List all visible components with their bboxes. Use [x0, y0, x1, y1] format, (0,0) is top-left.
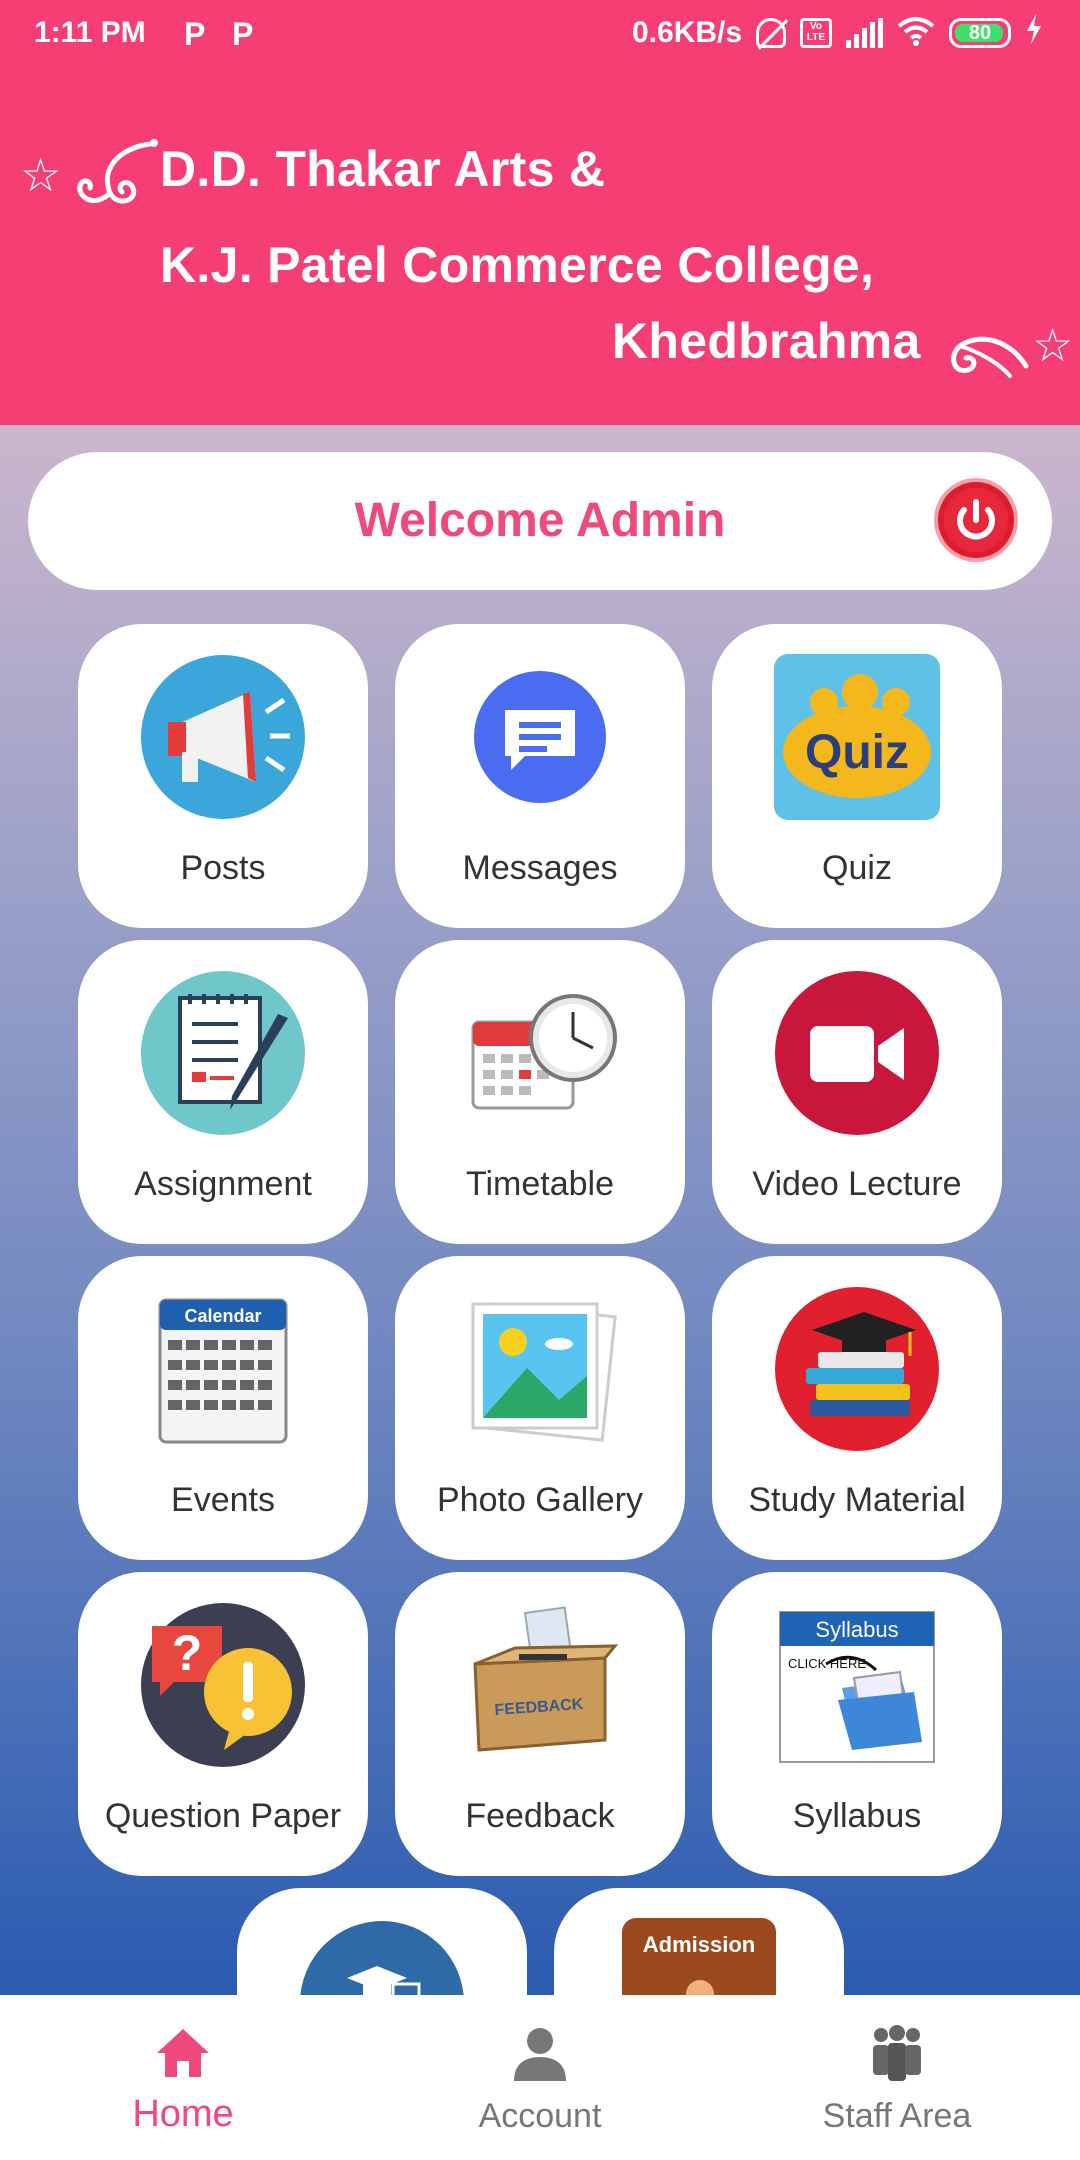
- svg-text:?: ?: [172, 1625, 203, 1681]
- svg-text:Calendar: Calendar: [184, 1306, 261, 1326]
- battery-level: 80: [968, 22, 992, 44]
- tile-posts[interactable]: Posts: [78, 624, 368, 928]
- quiz-icon: Quiz: [774, 654, 940, 820]
- app-indicator-icon: P: [184, 16, 206, 52]
- volte-icon: Vo LTE: [800, 18, 832, 48]
- feedback-box-icon: FEEDBACK: [473, 1606, 619, 1752]
- staff-icon: [873, 2025, 921, 2081]
- tile-study-material[interactable]: Study Material: [712, 1256, 1002, 1560]
- tile-video-lecture[interactable]: Video Lecture: [712, 940, 1002, 1244]
- megaphone-icon: [141, 655, 305, 819]
- tile-label: Quiz: [822, 849, 892, 887]
- question-icon: ?: [141, 1603, 305, 1767]
- signal-icon: [846, 18, 883, 48]
- home-icon: [157, 2029, 209, 2077]
- tile-timetable[interactable]: Timetable: [395, 940, 685, 1244]
- tile-label: Timetable: [465, 1165, 615, 1203]
- tile-label: Study Material: [748, 1481, 966, 1519]
- star-icon: ☆: [1032, 319, 1074, 371]
- swirl-ornament-icon: [951, 336, 1029, 378]
- app-header: 1:11 PM P P 0.6KB/s Vo LTE 80 ☆ D.D. Tha…: [0, 0, 1080, 425]
- tile-label: Feedback: [465, 1797, 615, 1835]
- welcome-text: Welcome Admin: [354, 494, 726, 547]
- tile-label: Messages: [462, 849, 618, 887]
- nav-staff-area[interactable]: Staff Area: [717, 1995, 1077, 2160]
- tile-quiz[interactable]: Quiz Quiz: [712, 624, 1002, 928]
- chat-icon: [474, 671, 606, 803]
- nav-account[interactable]: Account: [360, 1995, 720, 2160]
- tile-label: Photo Gallery: [437, 1481, 643, 1519]
- tile-label: Posts: [180, 849, 266, 887]
- tile-label: Syllabus: [792, 1797, 922, 1835]
- mute-bell-icon: [756, 18, 786, 48]
- net-speed: 0.6KB/s: [632, 16, 743, 49]
- tile-feedback[interactable]: FEEDBACK Feedback: [395, 1572, 685, 1876]
- calendar-clock-icon: [471, 994, 617, 1110]
- college-title-line1: D.D. Thakar Arts &: [160, 141, 606, 197]
- tile-label: Question Paper: [104, 1797, 342, 1835]
- nav-home[interactable]: Home: [3, 1995, 363, 2160]
- college-title-line2: K.J. Patel Commerce College,: [160, 237, 875, 293]
- college-title-line3: Khedbrahma: [612, 313, 921, 369]
- welcome-banner: Welcome Admin: [28, 452, 1052, 590]
- tile-syllabus[interactable]: Syllabus CLICK HERE Syllabus: [712, 1572, 1002, 1876]
- charging-icon: [1025, 14, 1043, 52]
- status-icons: Vo LTE 80: [756, 14, 1043, 52]
- tile-label: Events: [171, 1481, 275, 1519]
- svg-text:Admission: Admission: [643, 1932, 755, 1957]
- star-icon: ☆: [20, 149, 62, 201]
- app-indicator-icon: P: [232, 16, 254, 52]
- battery-icon: 80: [949, 18, 1011, 48]
- svg-text:Syllabus: Syllabus: [815, 1617, 898, 1642]
- logout-button[interactable]: [938, 482, 1014, 558]
- wifi-icon: [897, 16, 935, 50]
- power-icon: [944, 488, 1008, 552]
- tile-photo-gallery[interactable]: Photo Gallery: [395, 1256, 685, 1560]
- tile-assignment[interactable]: Assignment: [78, 940, 368, 1244]
- gallery-icon: [471, 1302, 617, 1442]
- nav-label: Account: [478, 2097, 602, 2135]
- tile-label: Assignment: [134, 1165, 312, 1203]
- video-camera-icon: [775, 971, 939, 1135]
- tile-events[interactable]: Calendar Events: [78, 1256, 368, 1560]
- bottom-navigation: Home Account Staff Area: [0, 1995, 1080, 2160]
- nav-label: Staff Area: [822, 2097, 972, 2135]
- swirl-ornament-icon: [77, 139, 158, 204]
- tile-messages[interactable]: Messages: [395, 624, 685, 928]
- status-bar: 1:11 PM P P 0.6KB/s Vo LTE 80: [0, 0, 1080, 70]
- nav-label: Home: [132, 2093, 234, 2135]
- person-icon: [514, 2028, 566, 2081]
- books-icon: [775, 1287, 939, 1451]
- tile-label: Video Lecture: [752, 1165, 962, 1203]
- tile-question-paper[interactable]: ? Question Paper: [78, 1572, 368, 1876]
- calendar-icon: Calendar: [158, 1298, 288, 1444]
- status-time: 1:11 PM: [34, 16, 146, 49]
- syllabus-icon: Syllabus CLICK HERE: [779, 1611, 935, 1763]
- assignment-icon: [141, 971, 305, 1135]
- svg-text:Quiz: Quiz: [805, 726, 909, 779]
